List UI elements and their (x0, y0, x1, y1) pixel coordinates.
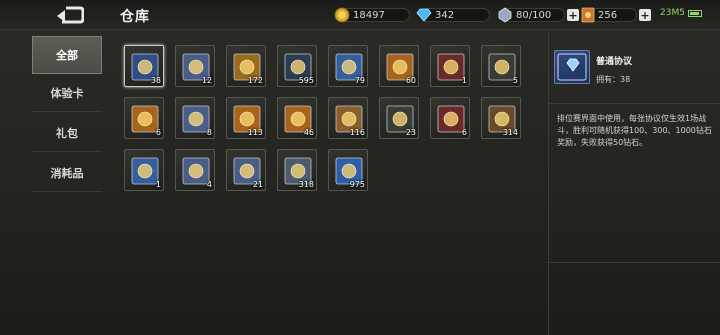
sidebar-item-all[interactable]: 全部 (32, 36, 102, 74)
item-count: 6 (461, 128, 467, 137)
item-count: 318 (298, 180, 314, 189)
page-title: 仓库 (120, 9, 150, 25)
inventory-slot[interactable]: 5 (481, 45, 521, 87)
inventory-slot[interactable]: 12 (175, 45, 215, 87)
sidebar-item-label: 礼包 (56, 126, 78, 140)
sidebar-item-label: 消耗品 (50, 166, 84, 180)
battery-icon (687, 9, 702, 17)
inventory-slot[interactable]: 595 (277, 45, 317, 87)
item-count: 1 (155, 180, 161, 189)
category-sidebar: 全部 体验卡 礼包 消耗品 (32, 32, 102, 335)
back-arrow-icon (57, 6, 84, 24)
inventory-slot[interactable]: 172 (226, 45, 266, 87)
item-count: 595 (298, 76, 314, 85)
item-count: 314 (502, 128, 518, 137)
energy-crystal-icon (498, 7, 512, 23)
gold-counter: 18497 (334, 6, 410, 24)
gold-coin-icon (334, 7, 350, 23)
item-count: 116 (349, 128, 365, 137)
energy-add-button[interactable]: + (567, 9, 579, 21)
ticket-add-button[interactable]: + (639, 9, 651, 21)
sidebar-item-label: 全部 (56, 49, 78, 62)
item-count: 113 (247, 128, 263, 137)
ticket-counter: 256 + (581, 6, 651, 24)
inventory-slot[interactable]: 4 (175, 149, 215, 191)
item-count: 79 (354, 76, 365, 85)
back-button[interactable] (50, 3, 88, 27)
inventory-slot[interactable]: 113 (226, 97, 266, 139)
item-count: 1 (461, 76, 467, 85)
inventory-slot[interactable]: 23 (379, 97, 419, 139)
pact-diamond-card-icon (557, 53, 587, 81)
item-count: 23 (405, 128, 416, 137)
battery-text: 23M5 (660, 8, 685, 18)
diamond-counter: 342 (416, 6, 490, 24)
inventory-slot[interactable]: 6 (124, 97, 164, 139)
inventory-slot[interactable]: 1 (124, 149, 164, 191)
inventory-slot[interactable]: 6 (430, 97, 470, 139)
sidebar-item-gift[interactable]: 礼包 (32, 114, 102, 152)
inventory-slot[interactable]: 1 (430, 45, 470, 87)
inventory-slot[interactable]: 60 (379, 45, 419, 87)
inventory-slot[interactable]: 38 (124, 45, 164, 87)
item-count: 5 (512, 76, 518, 85)
inventory-slot[interactable]: 318 (277, 149, 317, 191)
inventory-slot[interactable]: 79 (328, 45, 368, 87)
energy-counter: 80/100 + (497, 6, 579, 24)
diamond-icon (416, 8, 432, 22)
selected-item-name: 普通协议 (596, 57, 633, 67)
inventory-slot[interactable]: 46 (277, 97, 317, 139)
inventory-slot[interactable]: 21 (226, 149, 266, 191)
detail-bottom-divider (548, 262, 720, 263)
item-count: 12 (201, 76, 212, 85)
item-count: 60 (405, 76, 416, 85)
item-count: 4 (206, 180, 212, 189)
item-count: 6 (155, 128, 161, 137)
sidebar-item-consumable[interactable]: 消耗品 (32, 154, 102, 192)
selected-item-icon (554, 50, 590, 84)
selected-item-description: 排位赛界面中使用，每张协议仅生效1场战斗，胜利可随机获得100、300、1000… (557, 114, 712, 147)
sidebar-item-label: 体验卡 (50, 86, 84, 100)
inventory-slot[interactable]: 8 (175, 97, 215, 139)
battery-status: 23M5 (660, 8, 702, 18)
inventory-slot[interactable]: 116 (328, 97, 368, 139)
item-count: 21 (252, 180, 263, 189)
detail-divider (548, 103, 720, 104)
inventory-slot[interactable]: 975 (328, 149, 368, 191)
ticket-icon (581, 7, 595, 23)
selected-item-owned: 拥有：38 (596, 75, 631, 84)
item-count: 975 (349, 180, 365, 189)
item-count: 172 (247, 76, 263, 85)
sidebar-item-trial-card[interactable]: 体验卡 (32, 74, 102, 112)
item-count: 46 (303, 128, 314, 137)
top-bar: 仓库 18497 342 80/100 + 256 + 23M5 (0, 0, 720, 30)
item-count: 38 (150, 76, 161, 85)
inventory-slot[interactable]: 314 (481, 97, 521, 139)
item-count: 8 (206, 128, 212, 137)
